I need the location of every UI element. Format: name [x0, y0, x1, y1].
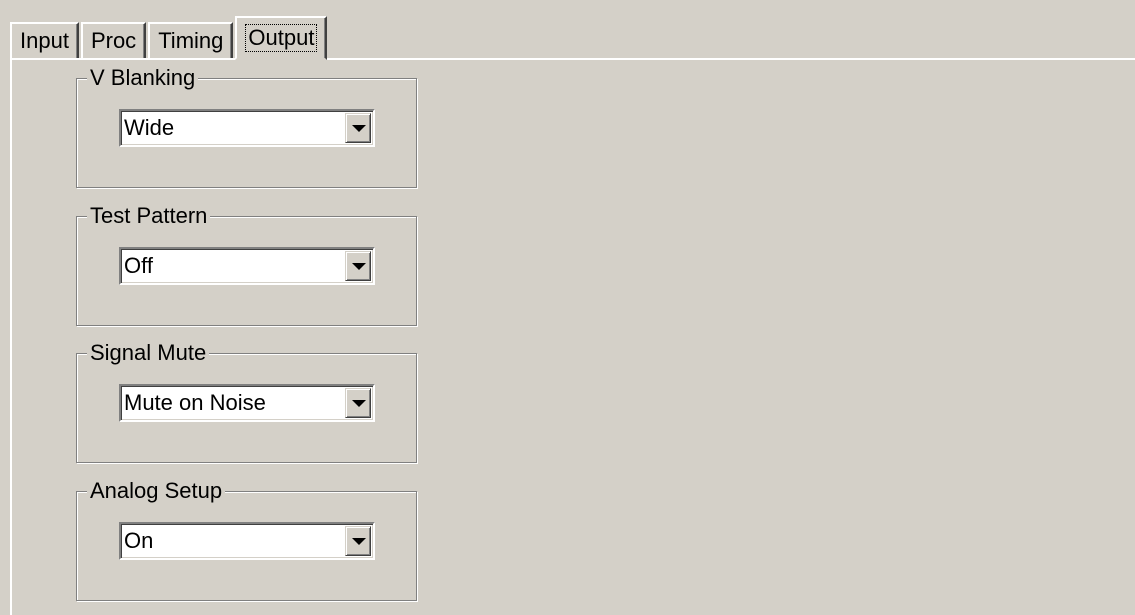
v-blanking-select-value: Wide	[124, 115, 175, 140]
signal-mute-select[interactable]: Mute on Noise	[119, 384, 375, 422]
test-pattern-group: Test Pattern Off	[76, 203, 417, 326]
tab-input-label: Input	[20, 28, 69, 53]
v-blanking-group: V Blanking Wide	[76, 65, 417, 188]
tab-proc-label: Proc	[90, 28, 137, 53]
test-pattern-group-title: Test Pattern	[87, 203, 211, 229]
analog-setup-group-title: Analog Setup	[87, 478, 226, 504]
tab-strip: Input Proc Timing Output	[10, 14, 329, 60]
signal-mute-select-value: Mute on Noise	[124, 390, 266, 415]
tab-output-label: Output	[245, 24, 318, 52]
chevron-down-icon	[352, 538, 366, 545]
v-blanking-dropdown-button[interactable]	[345, 113, 371, 143]
test-pattern-select[interactable]: Off	[119, 247, 375, 285]
signal-mute-dropdown-button[interactable]	[345, 388, 371, 418]
analog-setup-select[interactable]: On	[119, 522, 375, 560]
tab-input[interactable]: Input	[10, 22, 79, 58]
analog-setup-select-value: On	[124, 528, 154, 553]
v-blanking-select[interactable]: Wide	[119, 109, 375, 147]
test-pattern-dropdown-button[interactable]	[345, 251, 371, 281]
output-tab-panel: V Blanking Wide Test Pattern Off Signal …	[10, 58, 1135, 615]
analog-setup-group: Analog Setup On	[76, 478, 417, 601]
chevron-down-icon	[352, 263, 366, 270]
tab-timing-label: Timing	[158, 28, 224, 53]
analog-setup-dropdown-button[interactable]	[345, 526, 371, 556]
settings-window: Input Proc Timing Output V Blanking Wide…	[0, 0, 1135, 615]
tab-output[interactable]: Output	[235, 16, 328, 60]
tab-proc[interactable]: Proc	[80, 22, 147, 58]
v-blanking-group-title: V Blanking	[87, 65, 199, 91]
tab-timing[interactable]: Timing	[148, 22, 234, 58]
signal-mute-group: Signal Mute Mute on Noise	[76, 340, 417, 463]
chevron-down-icon	[352, 400, 366, 407]
signal-mute-group-title: Signal Mute	[87, 340, 210, 366]
chevron-down-icon	[352, 125, 366, 132]
test-pattern-select-value: Off	[124, 253, 153, 278]
